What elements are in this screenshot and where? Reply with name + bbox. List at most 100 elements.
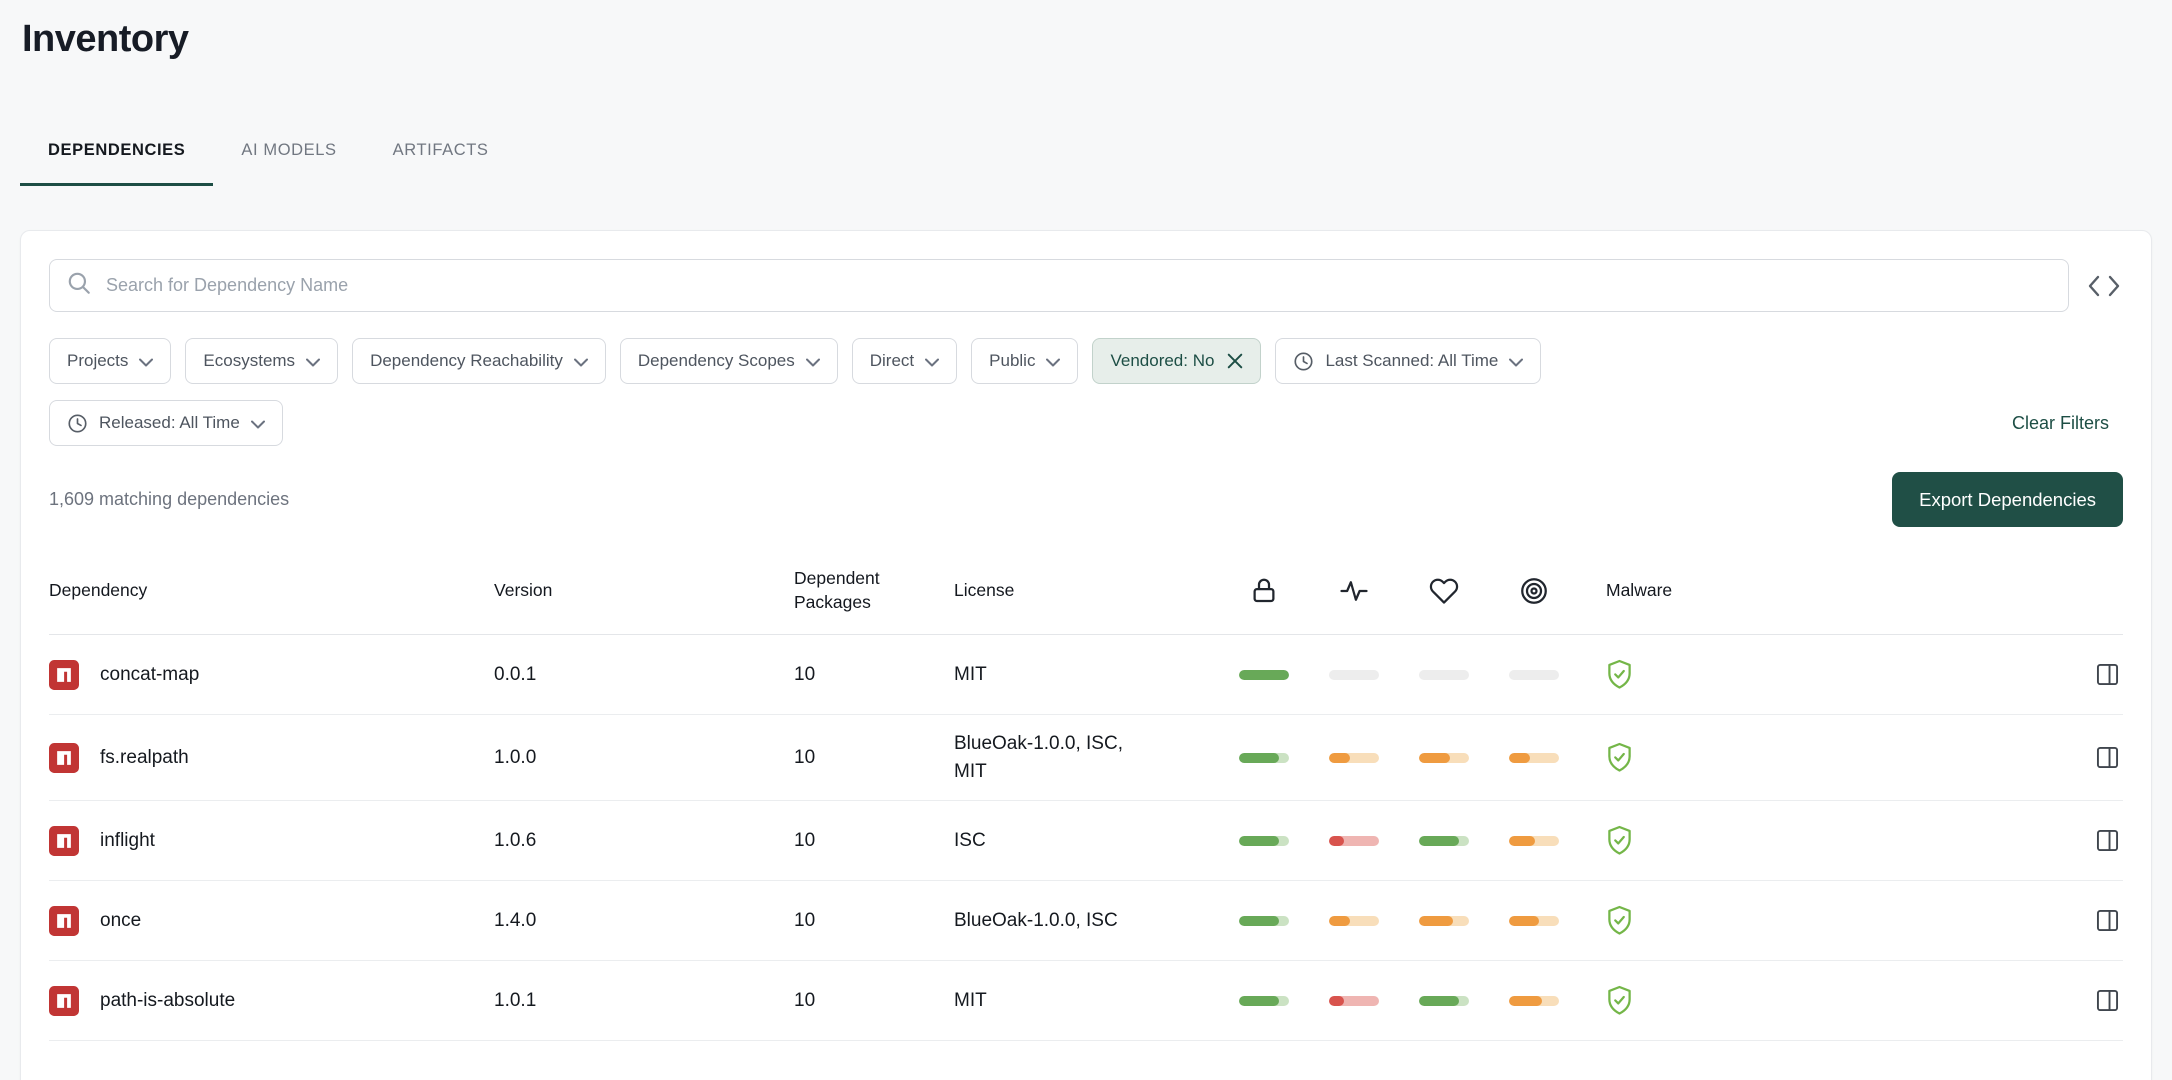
clock-icon [67,413,88,434]
side-panel-icon [2094,827,2121,854]
dependency-name: fs.realpath [100,747,189,769]
filter-chip-direct[interactable]: Direct [852,338,957,384]
search-input[interactable] [106,275,2052,296]
score-bar-vulnerability [1509,916,1599,926]
score-bar-maintenance [1419,996,1509,1006]
filter-row-primary: Projects Ecosystems Dependency Reachabilit… [49,338,2123,384]
shield-check-icon [1606,742,1633,773]
table-row[interactable]: inflight1.0.610ISC [49,801,2123,881]
filter-chip-label: Ecosystems [203,351,295,371]
chevron-down-icon [925,358,939,367]
dependencies-table: Dependency Version Dependent Packages Li… [49,555,2123,1041]
malware-status-cell [1599,825,2073,856]
score-bar-maintenance [1419,916,1509,926]
filter-chip-dependency-scopes[interactable]: Dependency Scopes [620,338,838,384]
version-cell: 1.0.0 [494,747,794,769]
filter-chip-dependency-reachability[interactable]: Dependency Reachability [352,338,606,384]
export-dependencies-button[interactable]: Export Dependencies [1892,472,2123,527]
column-header-license: License [954,579,1239,603]
filter-chip-ecosystems[interactable]: Ecosystems [185,338,338,384]
filter-chip-label: Vendored: No [1110,351,1214,371]
search-row [49,259,2123,312]
filter-chip-label: Last Scanned: All Time [1325,351,1498,371]
score-bar-maintenance [1419,670,1509,680]
filter-chip-vendored-no[interactable]: Vendored: No [1092,338,1261,384]
filter-row-secondary: Released: All Time Clear Filters [49,400,2123,446]
dependencies-panel: Projects Ecosystems Dependency Reachabilit… [20,230,2152,1080]
inventory-page: Inventory DEPENDENCIESAI MODELSARTIFACTS… [0,18,2172,1080]
version-cell: 1.4.0 [494,910,794,932]
chevron-down-icon [251,420,265,429]
score-bar-quality [1329,996,1419,1006]
license-cell: BlueOak-1.0.0, ISC [954,907,1239,935]
filter-chip-last-scanned-all-time[interactable]: Last Scanned: All Time [1275,338,1541,384]
tab-dependencies[interactable]: DEPENDENCIES [20,125,213,186]
chevron-down-icon [574,358,588,367]
page-title: Inventory [22,18,2152,61]
filter-chip-label: Projects [67,351,128,371]
filter-chip-projects[interactable]: Projects [49,338,171,384]
side-panel-icon [2094,661,2121,688]
malware-status-cell [1599,985,2073,1016]
dependency-name: concat-map [100,664,199,686]
activity-icon [1329,576,1379,606]
dependents-cell: 10 [794,747,954,769]
score-bar-security [1239,670,1329,680]
table-row[interactable]: once1.4.010BlueOak-1.0.0, ISC [49,881,2123,961]
npm-icon [49,660,79,690]
filter-chip-released-all-time[interactable]: Released: All Time [49,400,283,446]
open-side-panel-button[interactable] [2094,827,2121,854]
score-bar-maintenance [1419,753,1509,763]
matching-count: 1,609 matching dependencies [49,489,289,510]
table-row[interactable]: fs.realpath 1.0.010BlueOak-1.0.0, ISC, MI… [49,715,2123,801]
filter-chip-label: Dependency Reachability [370,351,563,371]
table-header: Dependency Version Dependent Packages Li… [49,555,2123,635]
malware-status-cell [1599,905,2073,936]
chevron-down-icon [139,358,153,367]
open-side-panel-button[interactable] [2094,744,2121,771]
npm-icon [49,743,79,773]
npm-icon [49,826,79,856]
side-panel-icon [2094,907,2121,934]
filter-chip-label: Public [989,351,1035,371]
open-side-panel-button[interactable] [2094,987,2121,1014]
tab-artifacts[interactable]: ARTIFACTS [365,125,517,186]
chevron-down-icon [806,358,820,367]
tab-bar: DEPENDENCIESAI MODELSARTIFACTS [20,125,2152,186]
filter-chip-label: Direct [870,351,914,371]
dependency-name: once [100,910,141,932]
code-query-icon[interactable] [2085,266,2123,306]
shield-check-icon [1606,659,1633,690]
score-bar-security [1239,916,1329,926]
filter-chip-label: Dependency Scopes [638,351,795,371]
search-icon [66,270,92,301]
score-bar-vulnerability [1509,996,1599,1006]
heart-icon [1419,576,1469,606]
license-cell: ISC [954,827,1239,855]
score-bar-quality [1329,670,1419,680]
score-bar-quality [1329,836,1419,846]
filter-chip-label: Released: All Time [99,413,240,433]
dependency-name: inflight [100,830,155,852]
side-panel-icon [2094,987,2121,1014]
license-cell: BlueOak-1.0.0, ISC, MIT [954,730,1239,785]
open-side-panel-button[interactable] [2094,661,2121,688]
score-bar-security [1239,996,1329,1006]
dependents-cell: 10 [794,990,954,1012]
column-header-dependent-packages: Dependent Packages [794,567,954,614]
table-row[interactable]: path-is-absolute1.0.110MIT [49,961,2123,1041]
search-box[interactable] [49,259,2069,312]
filter-chip-public[interactable]: Public [971,338,1078,384]
tab-ai-models[interactable]: AI MODELS [213,125,364,186]
score-bar-security [1239,836,1329,846]
malware-status-cell [1599,659,2073,690]
table-row[interactable]: concat-map0.0.110MIT [49,635,2123,715]
remove-filter-icon[interactable] [1227,353,1243,369]
clear-filters-link[interactable]: Clear Filters [2012,413,2123,434]
npm-icon [49,986,79,1016]
open-side-panel-button[interactable] [2094,907,2121,934]
dependents-cell: 10 [794,830,954,852]
table-body: concat-map0.0.110MITfs.realpath1.0.010Bl… [49,635,2123,1041]
lock-icon [1239,576,1289,606]
dependents-cell: 10 [794,664,954,686]
